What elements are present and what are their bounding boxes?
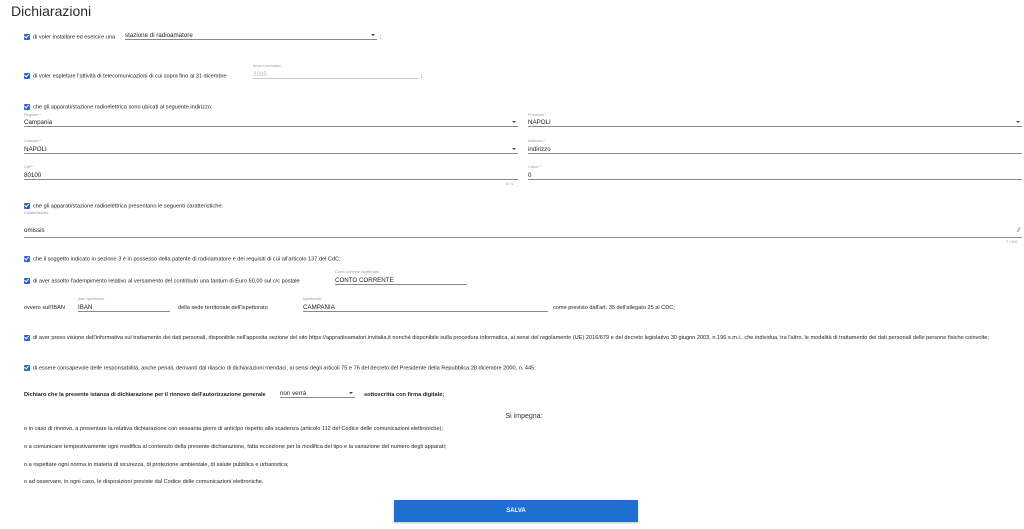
civico-input[interactable]: 0	[528, 171, 1022, 180]
chevron-down-icon	[371, 34, 375, 36]
comune-label: Comune *	[24, 139, 41, 143]
signature-value: non verrà	[280, 390, 307, 397]
features-checkbox[interactable]	[24, 203, 30, 209]
year-field-label: Anno conclusivo	[253, 64, 281, 68]
commitment-item: o a comunicare tempestivamente ogni modi…	[24, 444, 447, 450]
provincia-value: NAPOLI	[528, 119, 551, 126]
address-text: che gli apparati/stazione radioelettrica…	[33, 104, 213, 111]
chevron-down-icon	[512, 121, 516, 123]
regione-select[interactable]: Campania	[24, 118, 518, 127]
features-textarea[interactable]: omissis ⁄⁄	[24, 219, 1022, 238]
year-checkbox[interactable]	[24, 73, 30, 79]
decl-patent-row: che il soggetto indicato in sezione 3 è …	[24, 256, 341, 263]
payment-tail: come previsto dall'art. 35 dell'allegato…	[553, 305, 675, 311]
patent-text: che il soggetto indicato in sezione 3 è …	[33, 256, 341, 263]
sede-text: della sede territoriale dell'Ispettorato	[178, 305, 268, 311]
features-text: che gli apparati/stazione radioelettrica…	[33, 203, 223, 210]
provincia-select[interactable]: NAPOLI	[528, 118, 1022, 127]
decl-install-row: di voler installare ed esercire una	[24, 34, 115, 41]
year-input[interactable]: 2035	[253, 70, 418, 79]
responsibility-text: di essere consapevole delle responsabili…	[33, 365, 536, 372]
address-checkbox[interactable]	[24, 104, 30, 110]
commitments-heading: Si impegna:	[505, 413, 543, 420]
year-suffix: ;	[421, 73, 423, 79]
decl-year-row: di voler espletare l'attività di telecom…	[24, 73, 227, 80]
cap-input[interactable]: 80100	[24, 171, 518, 180]
year-text: di voler espletare l'attività di telecom…	[33, 73, 227, 80]
chevron-down-icon	[512, 148, 516, 150]
ispettorato-label: Ispettorato	[303, 297, 321, 301]
indirizzo-label: Indirizzo *	[528, 139, 545, 143]
station-type-select[interactable]: stazione di radioamatore	[125, 31, 377, 40]
postal-account-label: Conto corrente Ispettorato	[335, 270, 380, 274]
commitment-item: o a rispettare ogni norma in materia di …	[24, 462, 289, 468]
declare-prefix: Dichiaro che la presente istanza di dich…	[24, 392, 266, 398]
iban-input[interactable]: IBAN	[78, 303, 170, 312]
ispettorato-input[interactable]: CAMPANIA	[303, 303, 548, 312]
payment-checkbox[interactable]	[24, 278, 30, 284]
declare-suffix: sottoscritta con firma digitale;	[364, 392, 445, 398]
install-checkbox[interactable]	[24, 34, 30, 40]
patent-checkbox[interactable]	[24, 256, 30, 262]
chevron-down-icon	[349, 392, 353, 394]
signature-select[interactable]: non verrà	[280, 389, 355, 398]
decl-privacy-row: di aver preso visione dell'informativa s…	[24, 334, 1020, 342]
privacy-text: di aver preso visione dell'informativa s…	[33, 335, 989, 341]
features-counter: 7 / 500	[1006, 240, 1018, 244]
cap-label: CAP *	[24, 165, 35, 169]
commitment-item: o ad osservare, in ogni caso, le disposi…	[24, 479, 264, 485]
civico-label: Civico *	[528, 165, 541, 169]
features-value: omissis	[24, 227, 45, 234]
iban-prefix: ovvero sull'IBAN	[24, 305, 65, 311]
save-button[interactable]: SALVA	[394, 500, 638, 522]
decl-payment-row: di aver assolto l'adempimento relativo a…	[24, 278, 300, 285]
comune-value: NAPOLI	[24, 146, 47, 153]
regione-label: Regione *	[24, 113, 41, 117]
install-suffix: ;	[380, 34, 382, 40]
provincia-label: Provincia *	[528, 113, 547, 117]
station-type-value: stazione di radioamatore	[125, 32, 193, 39]
privacy-checkbox[interactable]	[24, 334, 30, 341]
decl-features-row: che gli apparati/stazione radioelettrica…	[24, 203, 223, 210]
install-text: di voler installare ed esercire una	[33, 34, 116, 41]
resize-handle-icon[interactable]: ⁄⁄	[1018, 228, 1020, 234]
postal-account-input[interactable]: CONTO CORRENTE	[335, 276, 467, 285]
payment-text: di aver assolto l'adempimento relativo a…	[33, 278, 300, 285]
page-title: Dichiarazioni	[11, 3, 92, 19]
iban-label: Iban Ispettorato	[78, 297, 105, 301]
chevron-down-icon	[1016, 121, 1020, 123]
decl-address-row: che gli apparati/stazione radioelettrica…	[24, 104, 212, 111]
cap-counter: 5 / 5	[506, 182, 514, 186]
indirizzo-input[interactable]: indirizzo	[528, 145, 1022, 154]
regione-value: Campania	[24, 119, 53, 126]
features-label: Caratteristiche	[24, 211, 49, 215]
decl-responsibility-row: di essere consapevole delle responsabili…	[24, 365, 536, 372]
responsibility-checkbox[interactable]	[24, 365, 30, 371]
commitment-item: o in caso di rinnovo, a presentare la re…	[24, 426, 444, 432]
comune-select[interactable]: NAPOLI	[24, 145, 518, 154]
